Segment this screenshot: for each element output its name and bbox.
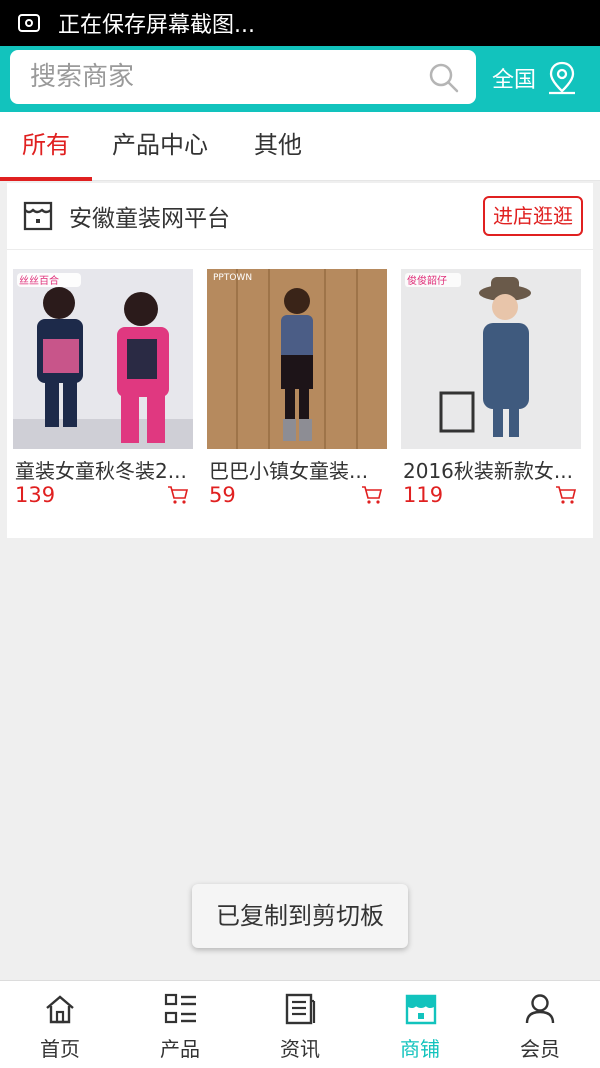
brand-logo: PPTOWN	[213, 273, 253, 283]
status-bar: 正在保存屏幕截图...	[0, 0, 600, 46]
category-tabs: 所有 产品中心 其他	[0, 112, 600, 181]
product-item[interactable]: 丝丝百合 童装女童秋冬装2... 139	[13, 269, 193, 507]
region-label: 全国	[492, 68, 537, 93]
nav-home[interactable]: 首页	[0, 981, 120, 1068]
home-icon	[46, 995, 74, 1024]
list-icon	[164, 993, 196, 1024]
toast-message: 已复制到剪切板	[192, 884, 408, 948]
screenshot-icon	[18, 14, 40, 32]
tab-products[interactable]: 产品中心	[104, 112, 216, 180]
cart-icon[interactable]	[361, 485, 383, 505]
nav-products[interactable]: 产品	[120, 981, 240, 1068]
shop-name[interactable]: 安徽童装网平台	[69, 199, 230, 233]
brand-logo: 俊俊韶仔	[407, 276, 447, 287]
nav-shop-label: 商铺	[400, 1037, 440, 1061]
news-icon	[285, 993, 316, 1025]
search-icon[interactable]	[428, 62, 460, 94]
brand-logo: 丝丝百合	[19, 276, 59, 287]
product-title[interactable]: 童装女童秋冬装2...	[15, 455, 193, 484]
nav-shop[interactable]: 商铺	[360, 981, 480, 1068]
product-price: 139	[15, 483, 56, 507]
cart-icon[interactable]	[167, 485, 189, 505]
nav-news-label: 资讯	[280, 1037, 320, 1061]
location-pin-icon	[549, 61, 576, 95]
product-item[interactable]: PPTOWN 巴巴小镇女童装... 59	[207, 269, 387, 507]
shop-icon	[405, 994, 437, 1025]
product-price: 119	[403, 483, 444, 507]
nav-home-label: 首页	[40, 1037, 80, 1061]
nav-news[interactable]: 资讯	[240, 981, 360, 1068]
user-icon	[525, 994, 555, 1024]
bottom-nav: 首页 产品 资讯 商铺 会员	[0, 980, 600, 1068]
search-input[interactable]	[28, 61, 412, 93]
region-selector[interactable]: 全国	[492, 58, 578, 98]
status-text: 正在保存屏幕截图...	[58, 13, 255, 38]
shop-card: 安徽童装网平台 进店逛逛 丝丝百合 童装女童秋冬装2... 139 PPTOWN…	[7, 183, 593, 538]
shop-header: 安徽童装网平台 进店逛逛	[7, 183, 593, 250]
nav-member-label: 会员	[520, 1037, 560, 1061]
product-image[interactable]: 俊俊韶仔	[401, 269, 581, 449]
nav-products-label: 产品	[160, 1037, 200, 1061]
store-icon	[23, 201, 53, 231]
product-image[interactable]: PPTOWN	[207, 269, 387, 449]
product-item[interactable]: 俊俊韶仔 2016秋装新款女... 119	[401, 269, 581, 507]
product-price: 59	[209, 483, 236, 507]
product-title[interactable]: 2016秋装新款女...	[403, 455, 581, 484]
header-bar: 全国	[0, 46, 600, 112]
cart-icon[interactable]	[555, 485, 577, 505]
product-image[interactable]: 丝丝百合	[13, 269, 193, 449]
nav-member[interactable]: 会员	[480, 981, 600, 1068]
visit-store-button[interactable]: 进店逛逛	[483, 196, 583, 236]
product-title[interactable]: 巴巴小镇女童装...	[209, 455, 387, 484]
tab-all[interactable]: 所有	[0, 112, 92, 181]
tab-other[interactable]: 其他	[244, 112, 312, 180]
search-box[interactable]	[10, 50, 476, 104]
